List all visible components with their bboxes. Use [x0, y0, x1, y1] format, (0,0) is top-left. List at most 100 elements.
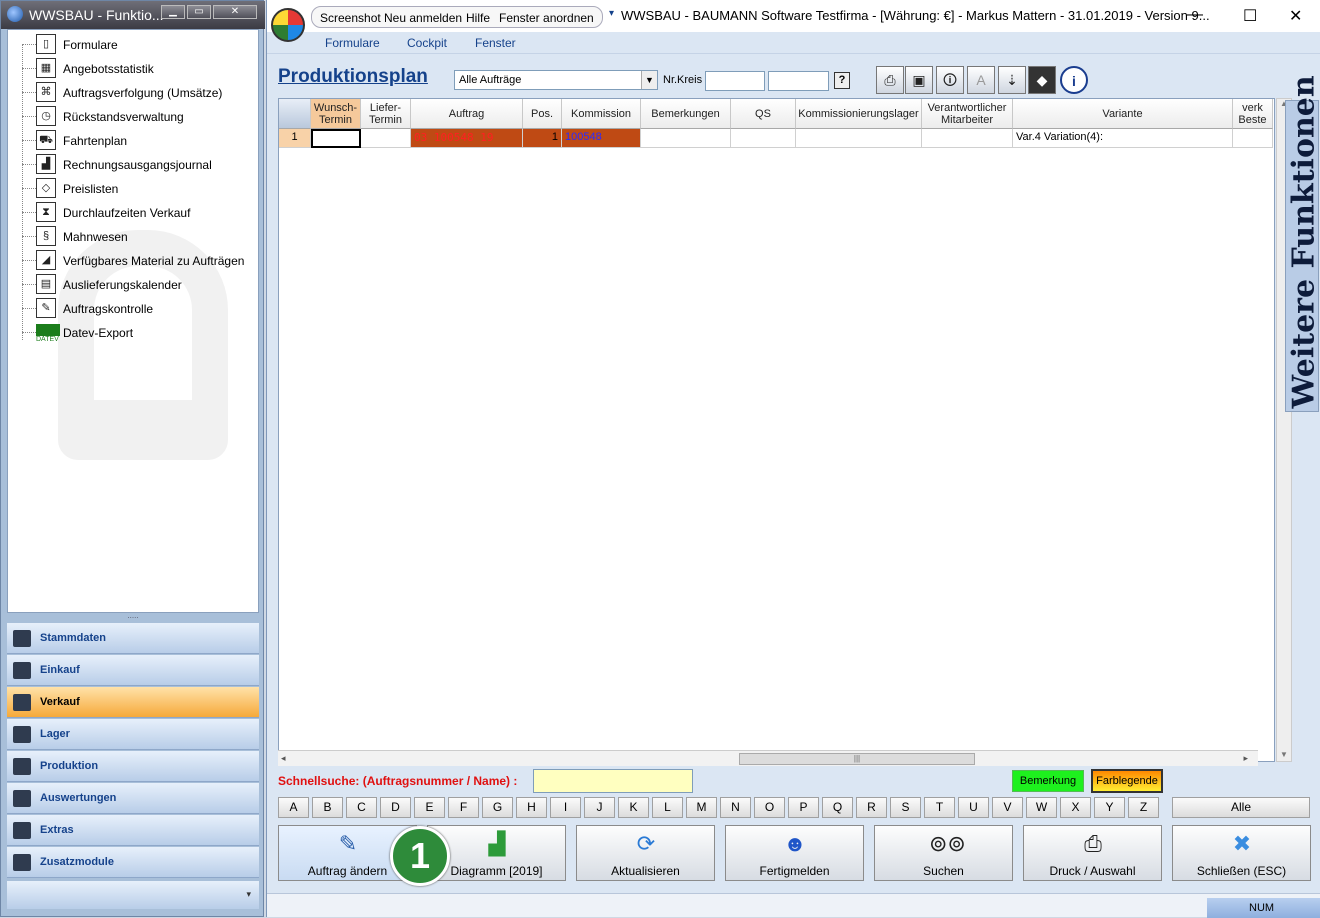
letter-filter-alle[interactable]: Alle [1172, 797, 1310, 818]
weitere-funktionen-tab[interactable]: Weitere Funktionen [1285, 100, 1319, 412]
nav-item-produktion[interactable]: Produktion [7, 751, 259, 782]
letter-filter-g[interactable]: G [482, 797, 513, 818]
column-header[interactable]: Kommission [562, 99, 641, 129]
nav-item-einkauf[interactable]: Einkauf [7, 655, 259, 686]
minimize-icon[interactable]: — [1187, 6, 1203, 24]
letter-filter-h[interactable]: H [516, 797, 547, 818]
chevron-down-icon[interactable]: ▾ [246, 889, 251, 900]
tree-item[interactable]: ▟Rechnungsausgangsjournal [8, 152, 258, 176]
tree-item[interactable]: ⧗Durchlaufzeiten Verkauf [8, 200, 258, 224]
column-header[interactable] [279, 99, 311, 129]
grid-cell[interactable]: 1 [279, 129, 311, 148]
tree-item[interactable]: ⛟Fahrtenplan [8, 128, 258, 152]
action-binoculars-button[interactable]: ⊚⊚Suchen [874, 825, 1013, 881]
screen-icon[interactable]: ▣ [905, 66, 933, 94]
grid-cell[interactable] [361, 129, 411, 148]
letter-filter-z[interactable]: Z [1128, 797, 1159, 818]
action-printer-button[interactable]: ⎙Druck / Auswahl [1023, 825, 1162, 881]
grid-cell[interactable]: Var.4 Variation(4): [1013, 129, 1233, 148]
sort-icon[interactable]: ⇣ [998, 66, 1026, 94]
letter-filter-x[interactable]: X [1060, 797, 1091, 818]
tree-item[interactable]: §Mahnwesen [8, 224, 258, 248]
letter-filter-t[interactable]: T [924, 797, 955, 818]
menu-fenster[interactable]: Fenster [475, 36, 516, 50]
grid-cell[interactable] [796, 129, 922, 148]
grid-cell[interactable]: 100548 [562, 129, 641, 148]
tree-item[interactable]: ▯Formulare [8, 32, 258, 56]
column-header[interactable]: Liefer- Termin [361, 99, 411, 129]
column-header[interactable]: Auftrag [411, 99, 523, 129]
close-icon[interactable]: ✕ [213, 5, 257, 19]
close-icon[interactable]: ✕ [1289, 6, 1302, 26]
horizontal-scrollbar[interactable]: ◂ ||| ▸ [278, 750, 1258, 766]
action-user-check-button[interactable]: ☻Fertigmelden [725, 825, 864, 881]
expand-collapse-icon[interactable]: ◆ [1028, 66, 1056, 94]
letter-filter-j[interactable]: J [584, 797, 615, 818]
grid-cell[interactable] [311, 129, 361, 148]
menu-formulare[interactable]: Formulare [325, 36, 380, 50]
app-logo-button[interactable] [271, 8, 305, 42]
nav-item-lager[interactable]: Lager [7, 719, 259, 750]
tree-item[interactable]: ⌘Auftragsverfolgung (Umsätze) [8, 80, 258, 104]
grid-cell[interactable] [731, 129, 796, 148]
column-header[interactable]: Wunsch- Termin [311, 99, 361, 129]
tree-item[interactable]: ◢Verfügbares Material zu Aufträgen [8, 248, 258, 272]
scroll-left-icon[interactable]: ◂ [281, 753, 286, 764]
scroll-down-icon[interactable]: ▼ [1280, 750, 1288, 759]
nr-kreis-to-field[interactable] [768, 71, 829, 91]
nav-pane-configure[interactable]: ▾ [7, 881, 259, 909]
nav-item-extras[interactable]: Extras [7, 815, 259, 846]
action-close-button[interactable]: ✖Schließen (ESC) [1172, 825, 1311, 881]
letter-filter-b[interactable]: B [312, 797, 343, 818]
font-icon[interactable]: A [967, 66, 995, 94]
column-header[interactable]: Pos. [523, 99, 562, 129]
column-header[interactable]: Variante [1013, 99, 1233, 129]
order-filter-select[interactable]: Alle Aufträge ▼ [454, 70, 658, 90]
scroll-right-icon[interactable]: ▸ [1243, 753, 1248, 764]
letter-filter-y[interactable]: Y [1094, 797, 1125, 818]
letter-filter-c[interactable]: C [346, 797, 377, 818]
tree-item[interactable]: ◇Preislisten [8, 176, 258, 200]
grid-cell[interactable] [1233, 129, 1273, 148]
chevron-down-icon[interactable]: ▼ [641, 71, 657, 89]
nav-item-verkauf[interactable]: Verkauf [7, 687, 259, 718]
letter-filter-s[interactable]: S [890, 797, 921, 818]
letter-filter-r[interactable]: R [856, 797, 887, 818]
qat-fenster-anordnen[interactable]: Fenster anordnen [499, 11, 594, 25]
letter-filter-a[interactable]: A [278, 797, 309, 818]
tree-item[interactable]: ▦Angebotsstatistik [8, 56, 258, 80]
letter-filter-k[interactable]: K [618, 797, 649, 818]
column-header[interactable]: verk Beste [1233, 99, 1273, 129]
letter-filter-m[interactable]: M [686, 797, 717, 818]
letter-filter-d[interactable]: D [380, 797, 411, 818]
tree-item[interactable]: DATEVDatev-Export [8, 320, 258, 344]
grid-cell[interactable] [922, 129, 1013, 148]
qat-hilfe[interactable]: Hilfe [466, 11, 490, 25]
column-header[interactable]: QS [731, 99, 796, 129]
letter-filter-w[interactable]: W [1026, 797, 1057, 818]
qat-dropdown-icon[interactable]: ▾ [609, 8, 614, 19]
column-header[interactable]: Verantwortlicher Mitarbeiter [922, 99, 1013, 129]
tree-item[interactable]: ✎Auftragskontrolle [8, 296, 258, 320]
nav-item-stammdaten[interactable]: Stammdaten [7, 623, 259, 654]
info-icon[interactable]: i [1060, 66, 1088, 94]
letter-filter-f[interactable]: F [448, 797, 479, 818]
nav-item-auswertungen[interactable]: Auswertungen [7, 783, 259, 814]
letter-filter-i[interactable]: I [550, 797, 581, 818]
nr-kreis-from-field[interactable] [705, 71, 765, 91]
nav-item-zusatzmodule[interactable]: Zusatzmodule [7, 847, 259, 878]
panel-splitter[interactable]: ..... [7, 613, 259, 621]
letter-filter-n[interactable]: N [720, 797, 751, 818]
functions-window-titlebar[interactable]: WWSBAU - Funktio... ▁ ▭ ✕ [1, 1, 265, 29]
grid-cell[interactable] [641, 129, 731, 148]
quicksearch-input[interactable] [533, 769, 693, 793]
tree-item[interactable]: ◷Rückstandsverwaltung [8, 104, 258, 128]
action-refresh-button[interactable]: ⟳Aktualisieren [576, 825, 715, 881]
column-header[interactable]: Bemerkungen [641, 99, 731, 129]
grid-cell[interactable]: 1 [523, 129, 562, 148]
info-document-icon[interactable]: 🛈 [936, 66, 964, 94]
maximize-icon[interactable]: ☐ [1243, 6, 1257, 26]
letter-filter-o[interactable]: O [754, 797, 785, 818]
scroll-thumb[interactable]: ||| [739, 753, 975, 765]
letter-filter-q[interactable]: Q [822, 797, 853, 818]
